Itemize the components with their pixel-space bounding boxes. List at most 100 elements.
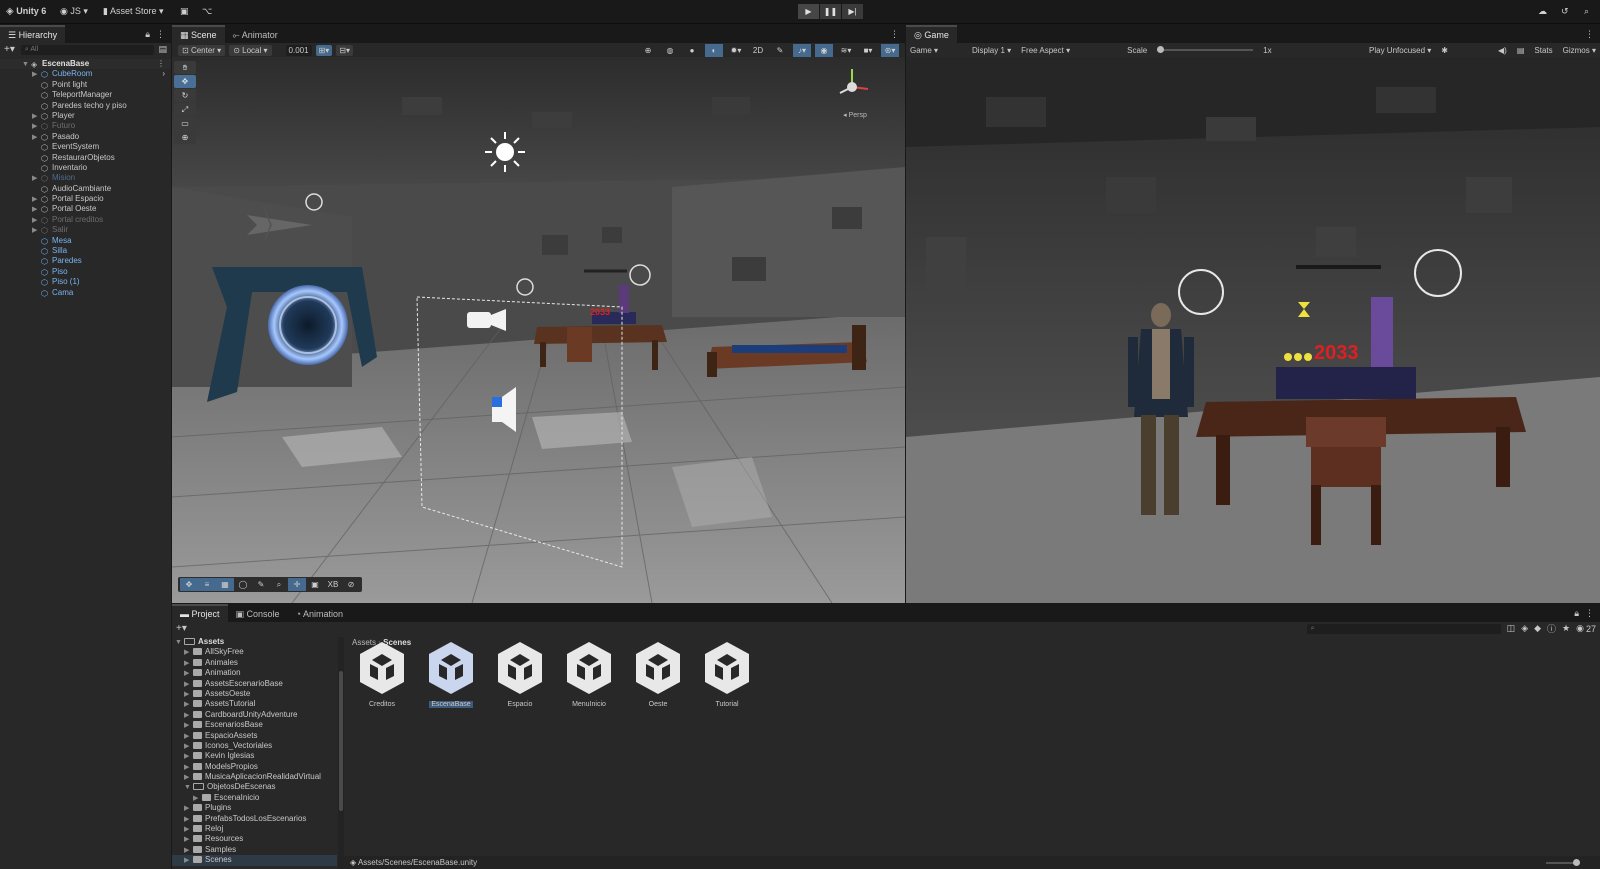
play-button[interactable]: ▶ bbox=[798, 4, 819, 19]
hierarchy-row[interactable]: ⬡ Inventario bbox=[0, 163, 171, 173]
overlay-xb-button[interactable]: XB bbox=[324, 578, 342, 591]
lighting-toggle[interactable]: ✎ bbox=[771, 44, 789, 57]
overlay-grid-button[interactable]: ▦ bbox=[216, 578, 234, 591]
hierarchy-row[interactable]: ▶ ⬡ CubeRoom › bbox=[0, 69, 171, 79]
more-options-icon[interactable]: ⋮ bbox=[1585, 608, 1594, 619]
hierarchy-row[interactable]: ▶ ⬡ Portal creditos bbox=[0, 215, 171, 225]
search-by-type-icon[interactable]: ◫ bbox=[1507, 623, 1516, 634]
scene-root-row[interactable]: ▼ ◈ EscenaBase ⋮ bbox=[0, 59, 171, 70]
scene-asset[interactable]: Oeste bbox=[628, 640, 688, 708]
scene-asset[interactable]: Creditos bbox=[352, 640, 412, 708]
display-dropdown[interactable]: Display 1 ▾ bbox=[972, 46, 1011, 55]
hierarchy-row[interactable]: ▶ ⬡ Mision bbox=[0, 173, 171, 183]
more-options-icon[interactable]: ⋮ bbox=[890, 29, 899, 40]
info-icon[interactable]: ⓘ bbox=[1547, 622, 1556, 635]
hierarchy-row[interactable]: ⬡ RestaurarObjetos bbox=[0, 153, 171, 163]
folder-row[interactable]: ▶ AllSkyFree bbox=[172, 647, 337, 657]
audio-toggle[interactable]: ♪▾ bbox=[793, 43, 811, 57]
icon-size-slider[interactable] bbox=[1546, 859, 1580, 866]
folder-row[interactable]: ▶ Plugins bbox=[172, 803, 337, 813]
hierarchy-row[interactable]: ▶ ⬡ Futuro bbox=[0, 121, 171, 131]
hierarchy-row[interactable]: ▶ ⬡ Salir bbox=[0, 225, 171, 235]
global-search-button[interactable]: ⌕ bbox=[1584, 4, 1589, 19]
view-tool-button[interactable]: ✋︎ bbox=[174, 61, 196, 74]
stats-button[interactable]: Stats bbox=[1534, 46, 1552, 55]
overlay-rotate-button[interactable]: ◯ bbox=[234, 578, 252, 591]
hierarchy-row[interactable]: ⬡ Piso (1) bbox=[0, 277, 171, 287]
folder-row[interactable]: ▶ Kevin Iglesias bbox=[172, 751, 337, 761]
unity-logo-menu[interactable]: ◈ Unity 6 bbox=[6, 4, 46, 19]
render-settings-dropdown[interactable]: ✹▾ bbox=[727, 44, 745, 57]
more-options-icon[interactable]: ⋮ bbox=[157, 59, 165, 69]
overlay-move-button[interactable]: ✥ bbox=[180, 578, 198, 591]
effects-dropdown[interactable]: ≋▾ bbox=[837, 44, 855, 57]
scale-slider-handle[interactable] bbox=[1157, 46, 1165, 53]
scene-asset[interactable]: MenuInicio bbox=[559, 640, 619, 708]
folder-row[interactable]: ▶ Iconos_Vectoriales bbox=[172, 741, 337, 751]
scene-visibility-toggle[interactable]: ◉ bbox=[815, 43, 833, 57]
pivot-space-dropdown[interactable]: ⊙ Local ▾ bbox=[229, 44, 272, 56]
hierarchy-row[interactable]: ⬡ Paredes bbox=[0, 256, 171, 266]
tag-icon[interactable]: ◆ bbox=[1534, 623, 1541, 634]
gizmos-button[interactable]: Gizmos ▾ bbox=[1563, 46, 1596, 55]
hierarchy-row[interactable]: ⬡ EventSystem bbox=[0, 142, 171, 152]
hierarchy-search-input[interactable]: ⌕ All bbox=[20, 44, 155, 55]
overlay-brush-button[interactable]: ✎ bbox=[252, 578, 270, 591]
history-button[interactable]: ↺ bbox=[1561, 4, 1569, 19]
folder-row[interactable]: ▶ Samples bbox=[172, 845, 337, 855]
folder-row[interactable]: ▶ Scenes bbox=[172, 855, 337, 866]
cloud-button[interactable]: ☁ bbox=[1538, 4, 1547, 19]
bug-icon[interactable]: ✱ bbox=[1441, 46, 1448, 55]
folder-row[interactable]: ▶ Reloj bbox=[172, 824, 337, 834]
lock-icon[interactable]: 🔒︎ bbox=[145, 29, 150, 40]
scene-asset[interactable]: Espacio bbox=[490, 640, 550, 708]
project-search-input[interactable]: ⌕ bbox=[1306, 623, 1501, 634]
scene-visibility-icon[interactable]: ▤ bbox=[158, 44, 167, 55]
overlay-compass-button[interactable]: ⊘ bbox=[342, 578, 360, 591]
search-by-label-icon[interactable]: ◈ bbox=[1521, 623, 1528, 634]
transform-tool-button[interactable]: ⊕ bbox=[174, 131, 196, 144]
scale-tool-button[interactable]: ⤢ bbox=[174, 103, 196, 116]
overlay-terrain-button[interactable]: ≡ bbox=[198, 578, 216, 591]
pivot-mode-dropdown[interactable]: ⊡ Center ▾ bbox=[178, 44, 226, 56]
hierarchy-row[interactable]: ⬡ Silla bbox=[0, 246, 171, 256]
persp-label[interactable]: ◂ Persp bbox=[830, 111, 880, 119]
game-render[interactable]: 2033 bbox=[906, 57, 1600, 603]
gizmos-dropdown[interactable]: ⊛▾ bbox=[881, 43, 899, 57]
more-options-icon[interactable]: ⋮ bbox=[156, 29, 165, 40]
scene-asset[interactable]: Tutorial bbox=[697, 640, 757, 708]
account-dropdown[interactable]: ◉ JS ▾ bbox=[60, 4, 88, 19]
hierarchy-row[interactable]: ▶ ⬡ Pasado bbox=[0, 132, 171, 142]
draw-mode-button[interactable]: ⊕ bbox=[639, 44, 657, 57]
folder-row[interactable]: ▶ Animales bbox=[172, 658, 337, 668]
wireframe-button[interactable]: ◍ bbox=[661, 44, 679, 57]
create-asset-button[interactable]: +▾ bbox=[176, 623, 187, 634]
hierarchy-row[interactable]: ▶ ⬡ Player bbox=[0, 111, 171, 121]
orientation-gizmo[interactable]: ◂ Persp bbox=[830, 63, 880, 123]
folder-row[interactable]: ▼ ObjetosDeEscenas bbox=[172, 782, 337, 792]
pause-button[interactable]: ❚❚ bbox=[820, 4, 841, 19]
overlay-pivot-button[interactable]: ✛ bbox=[288, 578, 306, 591]
snap-value-field[interactable]: 0.001 bbox=[285, 44, 312, 56]
expand-arrow-icon[interactable]: ▶ bbox=[184, 856, 193, 866]
package-manager-button[interactable]: ▣ bbox=[180, 4, 189, 19]
folder-row[interactable]: ▶ EscenariosBase bbox=[172, 720, 337, 730]
scene-viewport[interactable]: 2033 ✋︎ ✥ ↻ ⤢ ▭ ⊕ ◂ Persp ✥ ≡ ▦ ◯ ✎ ⌕ ✛ … bbox=[172, 57, 905, 603]
hierarchy-row[interactable]: ⬡ TeleportManager bbox=[0, 90, 171, 100]
camera-settings-dropdown[interactable]: ■▾ bbox=[859, 44, 877, 57]
scale-slider[interactable] bbox=[1157, 46, 1254, 53]
hierarchy-row[interactable]: ▶ ⬡ Portal Espacio bbox=[0, 194, 171, 204]
hierarchy-row[interactable]: ⬡ AudioCambiante bbox=[0, 184, 171, 194]
folder-tree-scrollbar[interactable] bbox=[338, 637, 344, 869]
increment-snap-dropdown[interactable]: ⊟▾ bbox=[336, 44, 353, 56]
2d-toggle[interactable]: 2D bbox=[749, 44, 767, 57]
overlay-zoom-button[interactable]: ⌕ bbox=[270, 578, 288, 591]
folder-row[interactable]: ▶ Animation bbox=[172, 668, 337, 678]
folder-row[interactable]: ▶ EscenaInicio bbox=[172, 793, 337, 803]
tab-project[interactable]: ▬ Project bbox=[172, 604, 228, 622]
game-viewport[interactable]: 2033 bbox=[906, 57, 1600, 603]
mute-audio-button[interactable]: ◀) bbox=[1498, 46, 1507, 55]
tab-animation[interactable]: ◔ Animation bbox=[288, 606, 351, 622]
grid-snap-dropdown[interactable]: ⊞▾ bbox=[315, 44, 333, 56]
folder-row[interactable]: ▶ CardboardUnityAdventure bbox=[172, 710, 337, 720]
